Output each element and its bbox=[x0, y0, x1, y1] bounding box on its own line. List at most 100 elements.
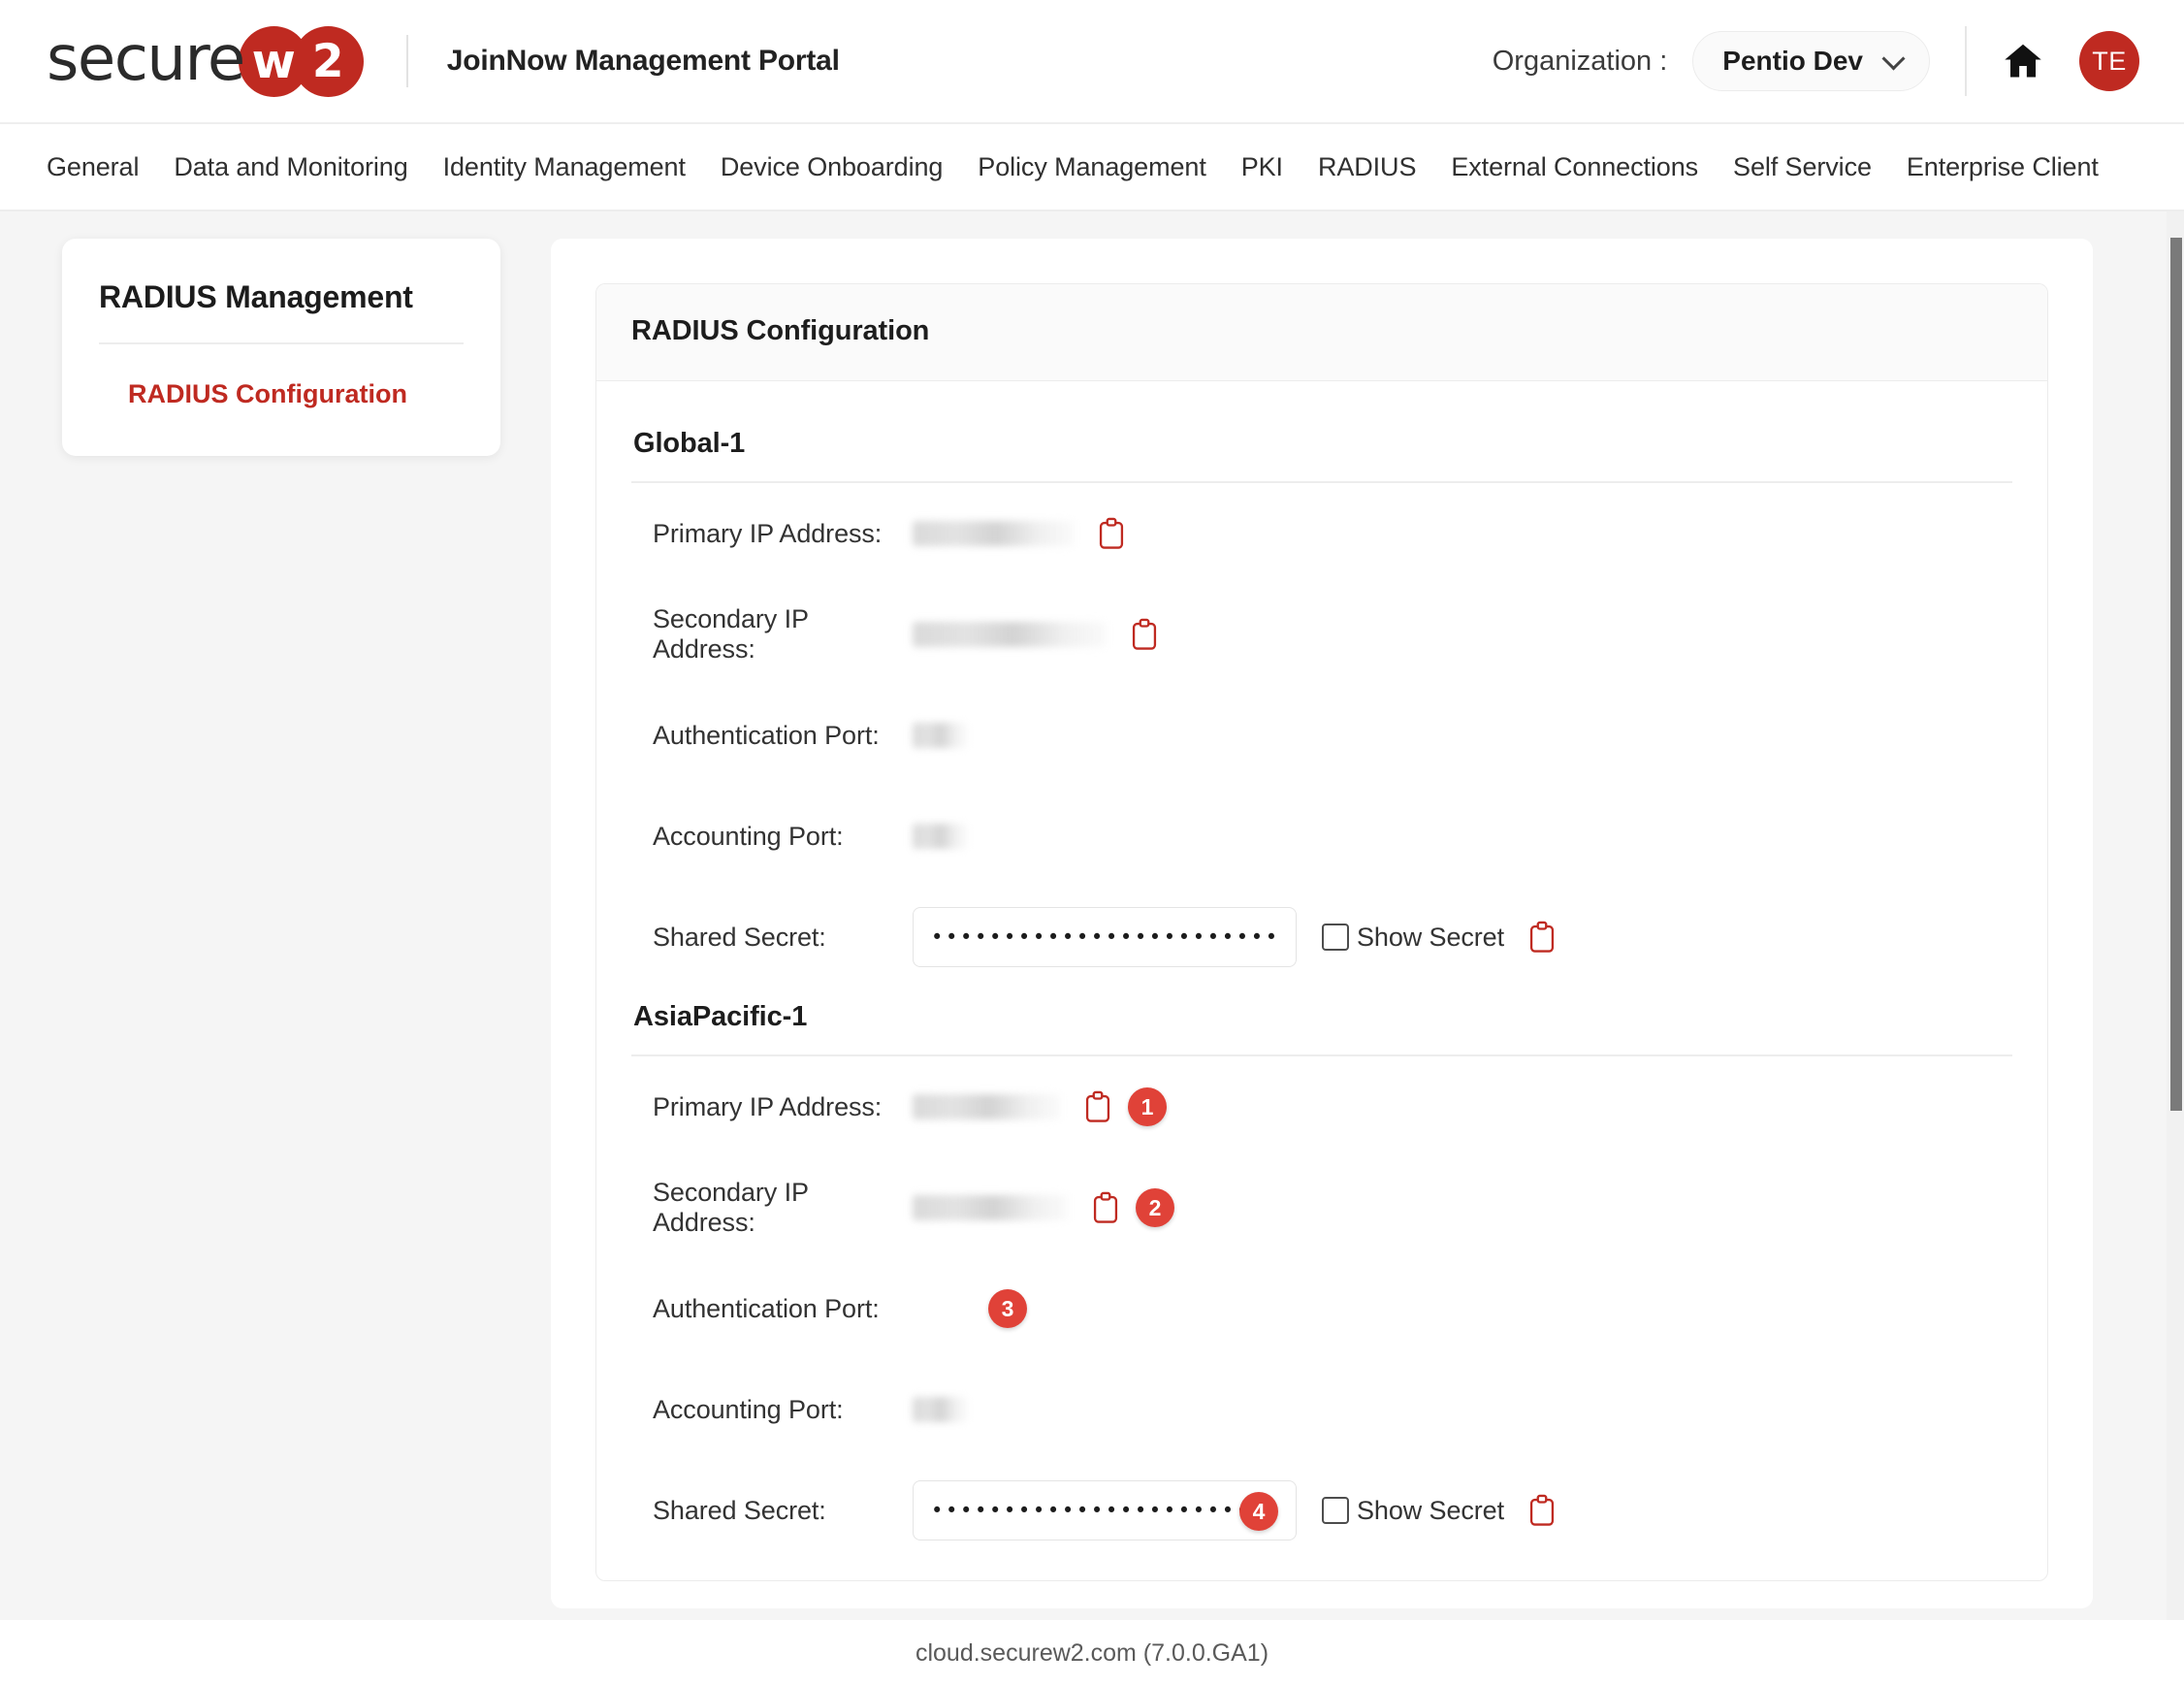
nav-item-self-service[interactable]: Self Service bbox=[1716, 152, 1889, 182]
field-row-accounting-port: Accounting Port: bbox=[631, 1359, 2012, 1460]
field-value: •••••••••••••••••••••••••••• Show Secret bbox=[913, 907, 1558, 967]
nav-item-external-connections[interactable]: External Connections bbox=[1433, 152, 1716, 182]
step-badge: 1 bbox=[1128, 1087, 1167, 1126]
field-row-secondary-ip: Secondary IP Address: bbox=[631, 584, 2012, 685]
avatar[interactable]: TE bbox=[2079, 31, 2139, 91]
shared-secret-masked-value: •••••••••••••••••••••••••••• bbox=[931, 926, 1278, 948]
page-scrollbar-thumb[interactable] bbox=[2170, 238, 2182, 1111]
field-value bbox=[913, 723, 967, 748]
show-secret-control[interactable]: Show Secret bbox=[1322, 923, 1504, 953]
field-value bbox=[913, 824, 967, 849]
copy-icon[interactable] bbox=[1526, 1494, 1558, 1527]
redacted-value bbox=[913, 1094, 1060, 1119]
page-content: RADIUS Management RADIUS Configuration R… bbox=[0, 211, 2184, 1620]
sidebar-card: RADIUS Management RADIUS Configuration bbox=[62, 239, 500, 456]
show-secret-checkbox[interactable] bbox=[1322, 924, 1349, 951]
show-secret-label: Show Secret bbox=[1357, 1495, 1504, 1525]
field-row-authentication-port: Authentication Port: bbox=[631, 685, 2012, 786]
logo-wordmark: secure bbox=[47, 23, 245, 95]
nav-item-general[interactable]: General bbox=[47, 152, 156, 182]
organization-selected-value: Pentio Dev bbox=[1722, 46, 1863, 76]
header-right-divider bbox=[1965, 26, 1967, 96]
field-value: 1 bbox=[913, 1087, 1167, 1126]
field-label: Primary IP Address: bbox=[653, 1091, 883, 1121]
field-value bbox=[913, 1397, 967, 1422]
securew2-logo[interactable]: secure w 2 bbox=[47, 0, 364, 122]
step-badge: 3 bbox=[988, 1289, 1027, 1328]
logo-circle-2: 2 bbox=[292, 25, 364, 97]
field-value: 3 bbox=[988, 1289, 1027, 1328]
shared-secret-masked-value: ••••••••••••••••••••••••••• bbox=[931, 1500, 1278, 1521]
field-row-shared-secret: Shared Secret: •••••••••••••••••••••••••… bbox=[631, 1460, 2012, 1561]
field-label: Accounting Port: bbox=[653, 821, 844, 851]
field-label: Secondary IP Address: bbox=[653, 604, 809, 664]
organization-label: Organization : bbox=[1492, 45, 1668, 77]
nav-item-device-onboarding[interactable]: Device Onboarding bbox=[703, 152, 960, 182]
field-value bbox=[913, 618, 1161, 651]
nav-item-policy-management[interactable]: Policy Management bbox=[960, 152, 1223, 182]
field-label: Authentication Port: bbox=[653, 720, 880, 750]
show-secret-label: Show Secret bbox=[1357, 922, 1504, 952]
field-row-authentication-port: Authentication Port: 3 bbox=[631, 1258, 2012, 1359]
radius-configuration-card: RADIUS Configuration Global-1 Primary IP… bbox=[595, 283, 2048, 1581]
step-badge: 2 bbox=[1136, 1188, 1174, 1227]
show-secret-checkbox[interactable] bbox=[1322, 1497, 1349, 1524]
field-value: 2 bbox=[913, 1188, 1174, 1227]
radius-configuration-card-header: RADIUS Configuration bbox=[596, 284, 2047, 381]
chevron-down-icon bbox=[1884, 49, 1904, 68]
field-label: Secondary IP Address: bbox=[653, 1178, 809, 1237]
logo-mark: w 2 bbox=[238, 25, 364, 97]
sidebar-title: RADIUS Management bbox=[99, 279, 413, 314]
shared-secret-input[interactable]: ••••••••••••••••••••••••••• 4 bbox=[913, 1480, 1297, 1540]
nav-item-pki[interactable]: PKI bbox=[1224, 152, 1301, 182]
redacted-value bbox=[913, 1195, 1068, 1220]
field-row-primary-ip: Primary IP Address: 1 bbox=[631, 1056, 2012, 1157]
section-heading: AsiaPacific-1 bbox=[633, 1001, 808, 1032]
redacted-value bbox=[913, 622, 1107, 647]
copy-icon[interactable] bbox=[1089, 1191, 1122, 1224]
radius-configuration-title: RADIUS Configuration bbox=[631, 315, 930, 346]
redacted-value bbox=[913, 521, 1074, 546]
shared-secret-input[interactable]: •••••••••••••••••••••••••••• bbox=[913, 907, 1297, 967]
nav-item-data-and-monitoring[interactable]: Data and Monitoring bbox=[156, 152, 425, 182]
redacted-value bbox=[913, 824, 967, 849]
field-label: Authentication Port: bbox=[653, 1293, 880, 1323]
copy-icon[interactable] bbox=[1095, 517, 1128, 550]
home-icon[interactable] bbox=[2000, 38, 2046, 84]
field-row-secondary-ip: Secondary IP Address: 2 bbox=[631, 1157, 2012, 1258]
radius-configuration-card-body: Global-1 Primary IP Address: Secondary I… bbox=[596, 381, 2047, 1561]
redacted-value bbox=[913, 723, 967, 748]
organization-selector[interactable]: Pentio Dev bbox=[1692, 31, 1930, 91]
copy-icon[interactable] bbox=[1081, 1090, 1114, 1123]
page-footer: cloud.securew2.com (7.0.0.GA1) bbox=[0, 1620, 2184, 1686]
show-secret-control[interactable]: Show Secret bbox=[1322, 1496, 1504, 1526]
sidebar-divider bbox=[99, 342, 464, 344]
footer-text: cloud.securew2.com (7.0.0.GA1) bbox=[915, 1638, 1269, 1667]
page-title: JoinNow Management Portal bbox=[446, 45, 840, 77]
copy-icon[interactable] bbox=[1526, 921, 1558, 954]
field-label: Accounting Port: bbox=[653, 1394, 844, 1424]
field-row-shared-secret: Shared Secret: •••••••••••••••••••••••••… bbox=[631, 887, 2012, 988]
field-value: ••••••••••••••••••••••••••• 4 Show Secre… bbox=[913, 1480, 1558, 1540]
header-right-controls: Organization : Pentio Dev TE bbox=[1493, 26, 2139, 96]
step-badge: 4 bbox=[1239, 1492, 1278, 1531]
field-label: Shared Secret: bbox=[653, 1495, 826, 1525]
redacted-value bbox=[913, 1397, 967, 1422]
field-value bbox=[913, 517, 1128, 550]
copy-icon[interactable] bbox=[1128, 618, 1161, 651]
nav-item-identity-management[interactable]: Identity Management bbox=[426, 152, 703, 182]
app-window: secure w 2 JoinNow Management Portal Org… bbox=[0, 0, 2184, 1686]
main-navigation: General Data and Monitoring Identity Man… bbox=[0, 124, 2184, 211]
page-scrollbar[interactable] bbox=[2167, 211, 2184, 1620]
section-heading: Global-1 bbox=[633, 428, 746, 459]
top-header: secure w 2 JoinNow Management Portal Org… bbox=[0, 0, 2184, 124]
nav-item-radius[interactable]: RADIUS bbox=[1301, 152, 1433, 182]
sidebar-item-radius-configuration[interactable]: RADIUS Configuration bbox=[99, 379, 464, 409]
nav-item-enterprise-client[interactable]: Enterprise Client bbox=[1889, 152, 2116, 182]
field-row-accounting-port: Accounting Port: bbox=[631, 786, 2012, 887]
field-row-primary-ip: Primary IP Address: bbox=[631, 483, 2012, 584]
field-label: Primary IP Address: bbox=[653, 518, 883, 548]
radius-section-global-1: Global-1 Primary IP Address: Secondary I… bbox=[631, 414, 2012, 988]
radius-section-asiapacific-1: AsiaPacific-1 Primary IP Address: 1 Seco… bbox=[631, 988, 2012, 1561]
field-label: Shared Secret: bbox=[653, 922, 826, 952]
